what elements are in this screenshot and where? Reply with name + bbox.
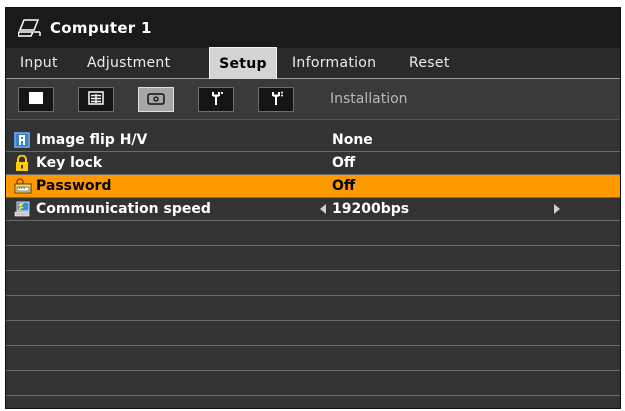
basic-page-button[interactable] (18, 87, 54, 112)
increase-arrow-icon[interactable] (554, 204, 560, 214)
settings-row-communication-speed[interactable]: Communication speed 19200bps (6, 198, 620, 221)
row-label: Communication speed (36, 201, 211, 217)
title-bar: Computer 1 (6, 8, 620, 48)
decrease-arrow-icon[interactable] (320, 204, 326, 214)
window-title: Computer 1 (50, 19, 152, 37)
row-value[interactable]: Off (332, 152, 355, 174)
options-page-2-button[interactable] (258, 87, 294, 112)
image-flip-icon (14, 132, 30, 148)
row-value[interactable]: Off (332, 175, 355, 197)
password-icon: *** (14, 178, 32, 194)
tab-reset[interactable]: Reset (409, 48, 450, 78)
settings-row-password[interactable]: *** Password Off (6, 175, 620, 198)
empty-row (6, 246, 620, 271)
tab-input[interactable]: Input (20, 48, 58, 78)
section-label: Installation (330, 91, 408, 107)
empty-row (6, 296, 620, 321)
empty-row (6, 221, 620, 246)
row-label: Password (36, 178, 112, 194)
empty-row (6, 371, 620, 396)
settings-row-key-lock[interactable]: Key lock Off (6, 152, 620, 175)
row-value[interactable]: None (332, 129, 373, 151)
tab-adjustment[interactable]: Adjustment (87, 48, 170, 78)
settings-row-image-flip[interactable]: Image flip H/V None (6, 129, 620, 152)
options-page-button[interactable] (198, 87, 234, 112)
tab-setup[interactable]: Setup (209, 47, 277, 80)
row-label: Image flip H/V (36, 132, 148, 148)
menu-grid-icon (88, 90, 104, 109)
wrench-plus-icon (268, 90, 284, 110)
empty-row (6, 271, 620, 296)
empty-row (6, 321, 620, 346)
projector-icon (147, 90, 165, 109)
empty-row (6, 346, 620, 371)
settings-list: Image flip H/V None Key lock Off *** Pas… (6, 129, 620, 396)
wrench-icon (208, 90, 224, 110)
row-value[interactable]: 19200bps (332, 198, 409, 220)
svg-text:***: *** (18, 187, 26, 192)
square-icon (28, 90, 44, 109)
installation-page-button[interactable] (138, 87, 174, 112)
lock-icon (14, 154, 30, 171)
row-label: Key lock (36, 155, 103, 171)
tab-information[interactable]: Information (292, 48, 376, 78)
osd-menu-window: Computer 1 Input Adjustment Setup Inform… (6, 8, 620, 408)
sub-menu-toolbar: Installation (6, 79, 620, 120)
menu-page-button[interactable] (78, 87, 114, 112)
computer-input-icon (16, 17, 44, 39)
tab-bar: Input Adjustment Setup Information Reset (6, 47, 620, 80)
communication-icon (14, 201, 30, 217)
